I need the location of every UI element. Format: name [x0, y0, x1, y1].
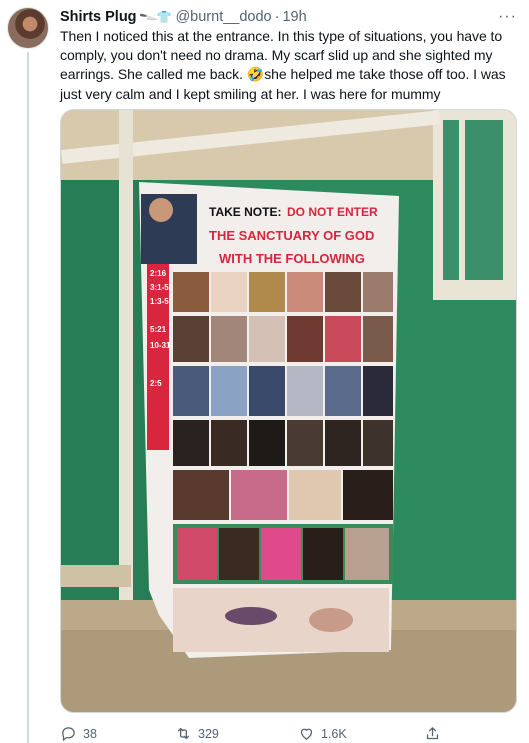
thread-line: [27, 52, 29, 743]
banner-line-2: THE SANCTUARY OF GOD: [209, 228, 374, 243]
separator-dot: ·: [274, 9, 280, 25]
like-button[interactable]: 1.6K: [298, 725, 347, 742]
tweet-header: Shirts Plug 🔪 👕 @burnt__dodo · 19h: [60, 7, 307, 27]
laughing-emoji: 🤣: [246, 66, 265, 83]
banner-title-black: TAKE NOTE:: [209, 205, 281, 219]
photo-scene: TAKE NOTE: DO NOT ENTER THE SANCTUARY OF…: [61, 110, 516, 712]
retweet-button[interactable]: 329: [175, 725, 219, 742]
display-name[interactable]: Shirts Plug: [60, 9, 137, 25]
reply-button[interactable]: 38: [60, 725, 97, 742]
banner-line-3: WITH THE FOLLOWING: [219, 251, 365, 266]
knife-icon: 🔪: [138, 7, 158, 27]
tweet-actions: 38 329 1.6K: [60, 725, 480, 743]
ledge: [61, 565, 131, 587]
avatar[interactable]: [7, 7, 49, 49]
banner: TAKE NOTE: DO NOT ENTER THE SANCTUARY OF…: [139, 182, 399, 658]
reply-count: 38: [83, 726, 97, 741]
banner-ref-2: 3:1-5: [150, 283, 169, 292]
window-bar: [459, 120, 465, 280]
tweet-photo[interactable]: TAKE NOTE: DO NOT ENTER THE SANCTUARY OF…: [60, 109, 517, 713]
retweet-count: 329: [198, 726, 219, 741]
like-count: 1.6K: [321, 726, 347, 741]
retweet-icon: [177, 727, 190, 740]
tweet-text: Then I noticed this at the entrance. In …: [60, 27, 522, 104]
share-button[interactable]: [424, 725, 441, 742]
pipe-vertical: [119, 110, 133, 600]
share-icon: [426, 727, 439, 740]
banner-title-red: DO NOT ENTER: [287, 205, 378, 219]
banner-ref-5: 10-31: [150, 341, 171, 350]
green-wall-shade: [61, 180, 151, 600]
timestamp[interactable]: 19h: [282, 9, 306, 25]
shirt-icon: 👕: [156, 10, 172, 24]
banner-ref-4: 5:21: [150, 325, 167, 334]
name-emoji-group: 🔪 👕: [138, 7, 172, 27]
window-glass: [443, 120, 503, 280]
banner-photo-grid: [173, 272, 393, 652]
banner-ref-3: 1:3-5: [150, 297, 169, 306]
user-handle[interactable]: @burnt__dodo: [175, 9, 271, 25]
more-options-icon[interactable]: ···: [498, 8, 517, 26]
heart-icon: [300, 728, 313, 740]
reply-icon: [62, 727, 75, 742]
banner-ref-6: 2:5: [150, 379, 162, 388]
banner-figure-head: [149, 198, 173, 222]
banner-ref-1: 2:16: [150, 269, 167, 278]
